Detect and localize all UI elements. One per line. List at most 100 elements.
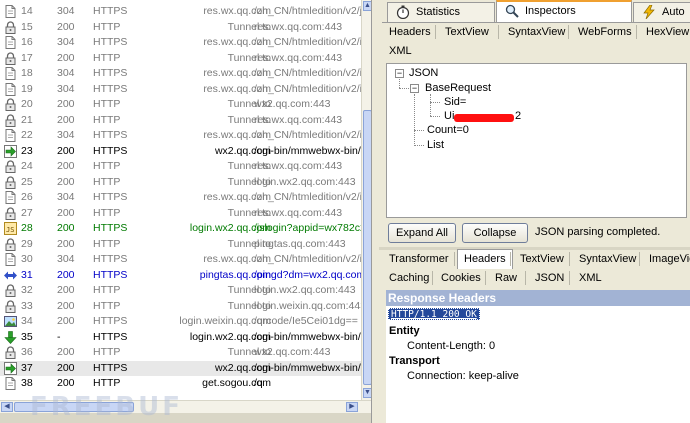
session-row[interactable]: 18 304 HTTPS res.wx.qq.com/zh_CN/htmleditio… [0,66,362,82]
session-number: 32 [21,284,33,296]
session-number: 22 [21,129,33,141]
session-protocol: HTTP [93,377,121,389]
session-number: 28 [21,222,33,234]
tab-response-textview[interactable]: TextView [513,249,571,269]
session-row[interactable]: JS 28 200 HTTPS login.wx2.qq.com/jslogin?app… [0,221,362,237]
session-result: 304 [57,191,75,203]
session-row[interactable]: 32 200 HTTP Tunnel to login.wx2.qq.com:443 [0,283,362,299]
tab-statistics[interactable]: Statistics [387,2,495,22]
session-protocol: HTTP [93,284,121,296]
session-number: 30 [21,253,33,265]
session-url: res.wx.qq.com:443 [254,20,343,33]
session-row[interactable]: 19 304 HTTPS res.wx.qq.com/zh_CN/htmleditio… [0,82,362,98]
tab-request-textview[interactable]: TextView [438,22,496,42]
session-row[interactable]: 33 200 HTTP Tunnel to login.weixin.qq.com:44… [0,299,362,315]
session-row[interactable]: 34 200 HTTPS login.weixin.qq.com/qrcode/Ie5… [0,314,362,330]
collapse-json-icon[interactable]: − [395,69,404,78]
session-row[interactable]: 30 304 HTTPS res.wx.qq.com/zh_CN/htmleditio… [0,252,362,268]
session-row[interactable]: 29 200 HTTP Tunnel to pingtas.qq.com:443 [0,237,362,253]
scroll-down-arrow-icon[interactable]: ▼ [363,388,371,398]
lock-icon [4,206,18,220]
expand-all-button[interactable]: Expand All [388,223,456,243]
status-line[interactable]: HTTP/1.1 200 OK [388,308,480,320]
scroll-up-arrow-icon[interactable]: ▲ [363,1,371,11]
session-url: /zh_CN/htmledition/v2/ji [254,5,362,17]
tab-response-transformer[interactable]: Transformer [382,249,456,269]
session-row[interactable]: 36 200 HTTP Tunnel to wx2.qq.com:443 [0,345,362,361]
session-row[interactable]: 15 200 HTTP Tunnel to res.wx.qq.com:443 [0,20,362,36]
session-number: 16 [21,36,33,48]
tab-request-xml[interactable]: XML [382,41,419,61]
arrow-right-icon [4,361,18,375]
session-host: Tunnel to [227,299,271,312]
session-row[interactable]: 23 200 HTTPS wx2.qq.com/cgi-bin/mmwebwx-bin… [0,144,362,160]
session-number: 21 [21,113,33,126]
session-number: 31 [21,268,33,281]
json-node-sid[interactable]: Sid= [444,96,466,109]
session-url: /jslogin?appid=wx782c2 [254,222,362,234]
tab-response-raw[interactable]: Raw [488,268,524,288]
session-row[interactable]: 27 200 HTTP Tunnel to res.wx.qq.com:443 [0,206,362,222]
session-list[interactable]: 14 304 HTTPS res.wx.qq.com/zh_CN/htmleditio… [0,0,372,423]
tab-response-syntaxview[interactable]: SyntaxView [572,249,643,269]
session-row[interactable]: 31 200 HTTPS pingtas.qq.com/pingd?dm=wx2.qq… [0,268,362,284]
session-row[interactable]: 16 304 HTTPS res.wx.qq.com/zh_CN/htmleditio… [0,35,362,51]
tab-inspectors[interactable]: Inspectors [496,0,632,23]
tab-request-syntaxview[interactable]: SyntaxView [501,22,572,42]
connection-header[interactable]: Connection: keep-alive [407,370,519,383]
session-row[interactable]: 25 200 HTTP Tunnel to login.wx2.qq.com:443 [0,175,362,191]
tab-response-json[interactable]: JSON [528,268,571,288]
session-result: 200 [57,144,75,157]
json-node-uin[interactable]: Ui [444,110,454,123]
session-number: 24 [21,160,33,172]
session-row[interactable]: 38 200 HTTP get.sogou.com/q [0,376,362,392]
tab-request-hexview[interactable]: HexView [639,22,690,42]
session-row[interactable]: 35 - HTTPS login.wx2.qq.com/cgi-bin/mmwebwx… [0,330,362,346]
session-protocol: HTTPS [93,144,128,157]
json-node-list[interactable]: List [427,139,444,152]
session-protocol: HTTPS [93,5,128,17]
scrollbar-thumb[interactable] [363,110,371,385]
content-length-header[interactable]: Content-Length: 0 [407,340,495,353]
session-result: 200 [57,346,75,358]
session-url: pingtas.qq.com:443 [254,237,346,250]
collapse-baserequest-icon[interactable]: − [410,84,419,93]
json-tree-view[interactable]: − JSON − BaseRequest Sid= Ui 2 Count=0 L… [386,63,687,218]
session-row[interactable]: 22 304 HTTPS res.wx.qq.com/zh_CN/htmleditio… [0,128,362,144]
session-host: res.wx.qq.com [203,36,271,48]
document-icon [4,5,18,18]
scroll-left-arrow-icon[interactable]: ◀ [1,402,13,412]
session-row[interactable]: 26 304 HTTPS res.wx.qq.com/zh_CN/htmleditio… [0,190,362,206]
json-node-count[interactable]: Count=0 [427,124,469,137]
session-row[interactable]: 21 200 HTTP Tunnel to res.wx.qq.com:443 [0,113,362,129]
vertical-scrollbar[interactable]: ▲ ▼ [361,0,371,400]
tab-response-xml[interactable]: XML [572,268,609,288]
lock-icon [4,299,18,313]
scroll-right-arrow-icon[interactable]: ▶ [346,402,358,412]
tab-response-headers[interactable]: Headers [457,249,513,269]
tab-request-headers[interactable]: Headers [382,22,438,42]
session-url: login.wx2.qq.com:443 [254,175,356,188]
response-tabs-row1: Transformer Headers TextView SyntaxView … [382,249,690,269]
tab-autoresponder[interactable]: Auto [633,2,690,22]
tab-response-caching[interactable]: Caching [382,268,436,288]
collapse-button[interactable]: Collapse [462,223,528,243]
session-row[interactable]: 37 200 HTTPS wx2.qq.com/cgi-bin/mmwebwx-bin… [0,360,362,376]
entity-group-label: Entity [389,325,420,337]
tab-request-webforms[interactable]: WebForms [571,22,639,42]
session-result: 200 [57,299,75,312]
session-row[interactable]: 20 200 HTTP Tunnel to wx2.qq.com:443 [0,97,362,113]
session-protocol: HTTP [93,237,121,250]
session-url: /zh_CN/htmledition/v2/in [254,82,362,95]
json-node-baserequest[interactable]: BaseRequest [425,82,491,95]
session-row[interactable]: 17 200 HTTP Tunnel to res.wx.qq.com:443 [0,51,362,67]
session-result: 200 [57,20,75,33]
tab-response-imageview[interactable]: ImageView [642,249,690,269]
json-node-root[interactable]: JSON [409,67,438,80]
lock-icon [4,20,18,34]
session-url: res.wx.qq.com:443 [254,206,343,219]
json-parse-status: JSON parsing completed. [535,226,661,238]
session-row[interactable]: 24 200 HTTP Tunnel to res.wx.qq.com:443 [0,159,362,175]
session-row[interactable]: 14 304 HTTPS res.wx.qq.com/zh_CN/htmleditio… [0,4,362,20]
tab-response-cookies[interactable]: Cookies [434,268,488,288]
